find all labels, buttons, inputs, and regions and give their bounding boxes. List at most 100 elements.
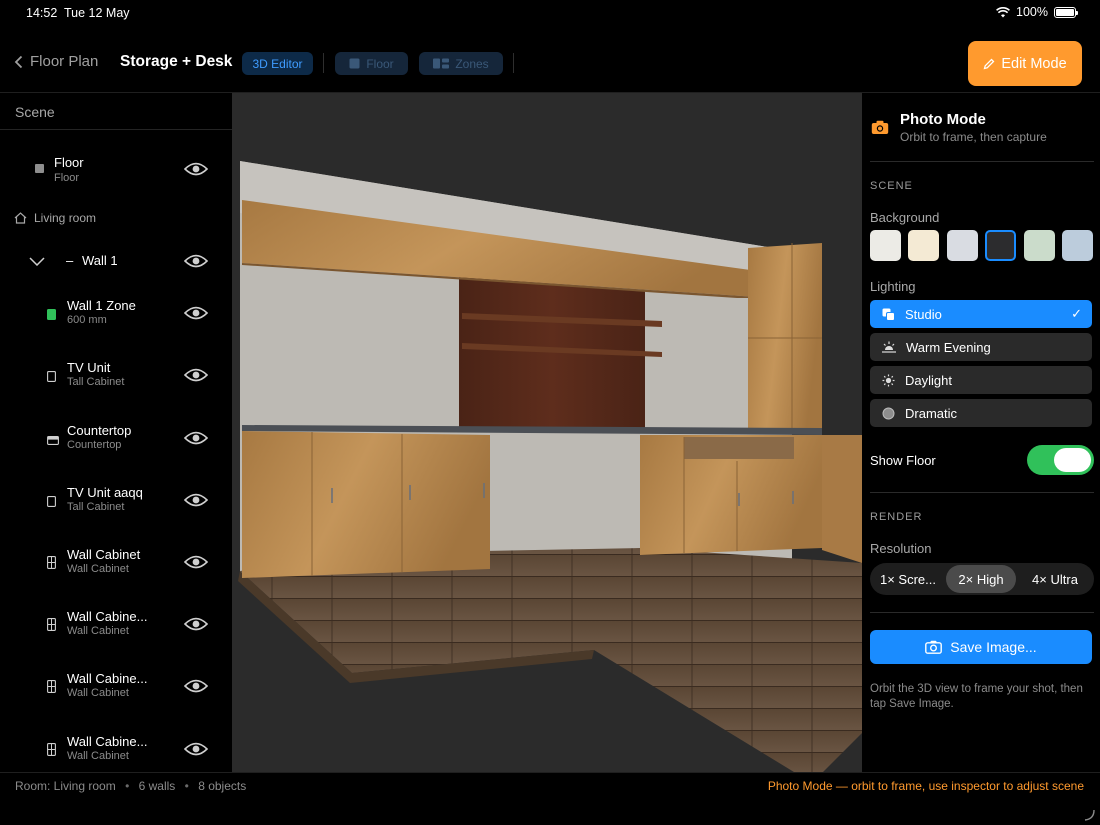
status-time: 14:52 — [26, 6, 58, 20]
tree-item-subtitle: 600 mm — [67, 314, 107, 326]
tall-cabinet-icon — [47, 494, 56, 512]
render-section-title: RENDER — [870, 511, 923, 523]
footer-objects: 8 objects — [198, 779, 247, 793]
tall-cabinet-icon — [47, 369, 56, 387]
footer-mode-hint: Photo Mode — orbit to frame, use inspect… — [767, 779, 1084, 793]
back-button[interactable]: Floor Plan — [14, 53, 98, 70]
floor-square-icon — [35, 164, 44, 173]
3d-viewport[interactable] — [232, 93, 862, 772]
tree-item-title: Wall Cabine... — [67, 734, 148, 749]
eye-icon[interactable] — [184, 616, 208, 632]
room-group-label: Living room — [14, 211, 96, 225]
toolbar-divider — [323, 53, 324, 73]
room-name: Living room — [34, 211, 97, 225]
tree-item-subtitle: Wall Cabinet — [67, 687, 129, 699]
divider — [870, 612, 1094, 613]
background-swatch[interactable] — [947, 230, 978, 261]
tree-item-object[interactable]: Countertop Countertop — [0, 413, 232, 463]
status-footer: Room: Living room • 6 walls • 8 objects … — [0, 772, 1100, 825]
inspector-title: Photo Mode — [900, 111, 986, 128]
chevron-left-icon — [14, 55, 23, 68]
footer-walls: 6 walls — [138, 779, 176, 793]
eye-icon[interactable] — [184, 430, 208, 446]
checkmark-icon: ✓ — [1071, 306, 1082, 321]
tree-item-object[interactable]: Wall Cabine... Wall Cabinet — [0, 724, 232, 772]
tree-item-title: Wall 1 — [82, 253, 118, 268]
pencil-icon — [983, 58, 995, 69]
background-swatch[interactable] — [1024, 230, 1055, 261]
tree-item-object[interactable]: TV Unit aaqq Tall Cabinet — [0, 475, 232, 525]
tree-item-wall[interactable]: – Wall 1 — [0, 236, 232, 286]
zone-icon — [47, 307, 56, 325]
show-floor-toggle[interactable] — [1027, 445, 1094, 475]
resolution-option-high[interactable]: 2× High — [946, 565, 1016, 593]
scene-sidebar: Scene Floor Floor Living room – Wall 1 W… — [0, 93, 232, 772]
tree-item-title: TV Unit aaqq — [67, 485, 143, 500]
tab-zones[interactable]: Zones — [419, 52, 503, 75]
battery-icon — [1054, 6, 1078, 18]
toolbar-divider — [513, 53, 514, 73]
status-bar: 14:52 Tue 12 May 100% — [0, 0, 1100, 26]
eye-icon[interactable] — [184, 554, 208, 570]
tree-item-subtitle: Countertop — [67, 439, 122, 451]
tree-item-title: Wall Cabinet — [67, 547, 141, 562]
tab-3d-editor[interactable]: 3D Editor — [242, 52, 313, 75]
tree-item-subtitle: Wall Cabinet — [67, 563, 129, 575]
background-swatch[interactable] — [1062, 230, 1093, 261]
lighting-option-label: Studio — [905, 306, 942, 322]
photo-inspector: Photo Mode Orbit to frame, then capture … — [862, 93, 1100, 772]
eye-icon[interactable] — [184, 305, 208, 321]
lighting-option-label: Warm Evening — [906, 339, 991, 355]
background-swatch[interactable] — [870, 230, 901, 261]
status-date: Tue 12 May — [64, 6, 130, 20]
lighting-option[interactable]: Dramatic — [870, 399, 1092, 427]
tree-item-subtitle: Floor — [54, 172, 80, 184]
tree-item-title: Wall 1 Zone — [67, 298, 136, 313]
inspector-subtitle: Orbit to frame, then capture — [900, 130, 1047, 144]
eye-icon[interactable] — [184, 253, 208, 269]
countertop-icon — [47, 432, 59, 450]
wall-cabinet-icon — [47, 556, 56, 574]
lighting-option[interactable]: Daylight — [870, 366, 1092, 394]
edit-mode-button[interactable]: Edit Mode — [968, 41, 1082, 86]
tab-floor-label: Floor — [366, 56, 394, 71]
camera-icon — [871, 120, 889, 134]
top-toolbar: Floor Plan Storage + Desk 3D Editor Floo… — [0, 26, 1100, 93]
tree-item-object[interactable]: Wall Cabinet Wall Cabinet — [0, 537, 232, 587]
studio-icon — [882, 308, 895, 321]
eye-icon[interactable] — [184, 678, 208, 694]
tree-item-floor[interactable]: Floor Floor — [0, 147, 232, 197]
tab-3d-editor-label: 3D Editor — [252, 56, 303, 71]
wall-cabinet-icon — [47, 618, 56, 636]
tab-zones-label: Zones — [455, 56, 489, 71]
help-text: Orbit the 3D view to frame your shot, th… — [870, 683, 1083, 710]
eye-icon[interactable] — [184, 492, 208, 508]
tab-floor[interactable]: Floor — [335, 52, 408, 75]
resolution-label: Resolution — [870, 541, 932, 556]
resolution-segmented-control: 1× Scre... 2× High 4× Ultra — [870, 563, 1094, 595]
tree-item-object[interactable]: TV Unit Tall Cabinet — [0, 350, 232, 400]
tree-item-subtitle: Tall Cabinet — [67, 376, 125, 388]
chevron-down-icon[interactable] — [29, 257, 45, 266]
tree-item-object[interactable]: Wall 1 Zone 600 mm — [0, 288, 232, 338]
eye-icon[interactable] — [184, 741, 208, 757]
save-image-label: Save Image... — [950, 639, 1037, 655]
save-image-button[interactable]: Save Image... — [870, 630, 1092, 664]
resolution-option-ultra[interactable]: 4× Ultra — [1018, 565, 1092, 593]
resolution-option-screen[interactable]: 1× Scre... — [872, 565, 944, 593]
tree-item-object[interactable]: Wall Cabine... Wall Cabinet — [0, 599, 232, 649]
background-swatch[interactable] — [985, 230, 1016, 261]
background-swatch[interactable] — [908, 230, 939, 261]
lighting-option[interactable]: Warm Evening — [870, 333, 1092, 361]
sidebar-header: Scene — [0, 93, 232, 130]
tree-item-object[interactable]: Wall Cabine... Wall Cabinet — [0, 661, 232, 711]
lighting-option[interactable]: Studio ✓ — [870, 300, 1092, 328]
eye-icon[interactable] — [184, 367, 208, 383]
camera-icon — [925, 640, 943, 654]
tree-item-subtitle: Tall Cabinet — [67, 501, 125, 513]
resize-handle-icon[interactable] — [1083, 809, 1095, 821]
eye-icon[interactable] — [184, 161, 208, 177]
footer-room: Room: Living room — [15, 779, 116, 793]
floor-icon — [349, 58, 360, 69]
battery-percent: 100% — [1016, 5, 1048, 19]
